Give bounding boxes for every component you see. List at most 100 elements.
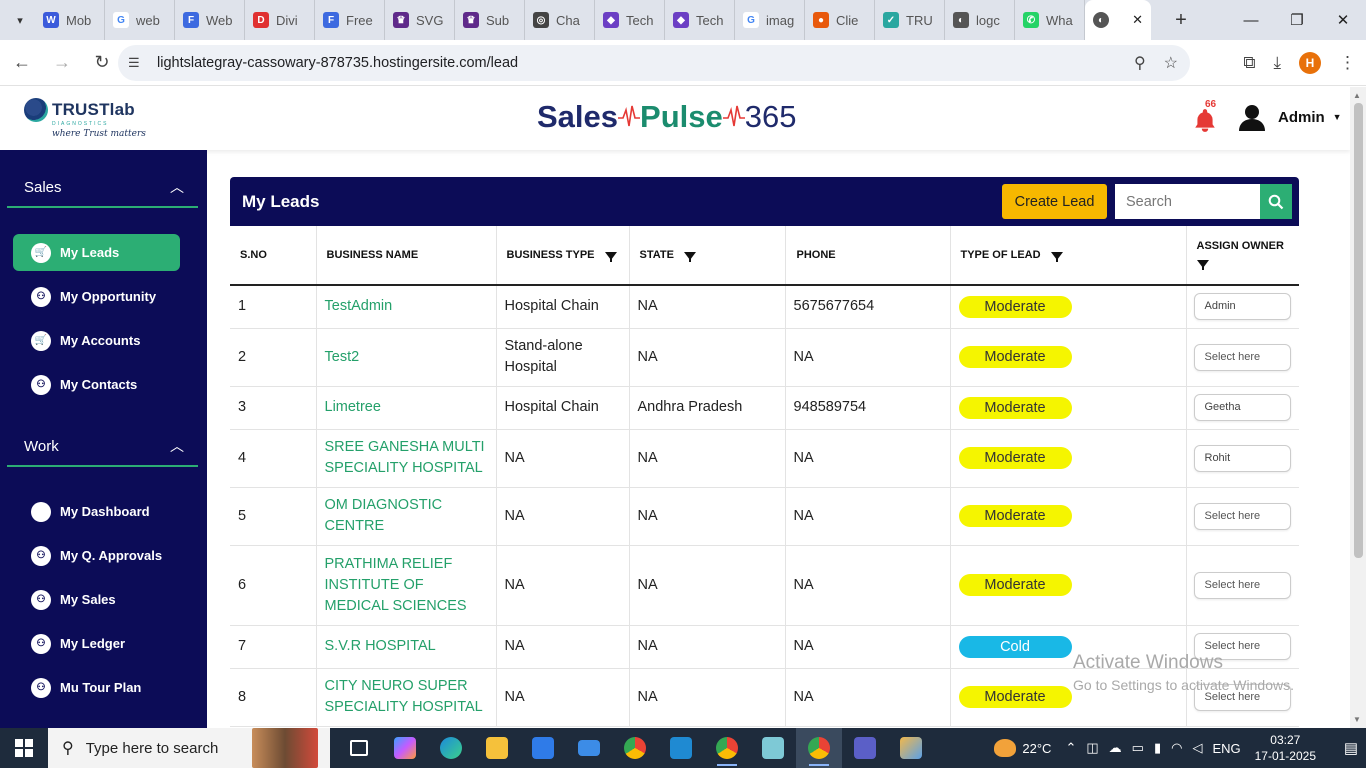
vscode-icon[interactable]	[658, 728, 704, 768]
chevron-up-icon[interactable]: ︿	[170, 436, 184, 456]
trustlab-logo[interactable]: TRUSTlab DIAGNOSTICS where Trust matters	[24, 98, 146, 139]
chevron-up-icon[interactable]: ︿	[170, 177, 184, 197]
assign-owner-select[interactable]: Admin	[1193, 293, 1291, 321]
notepad-icon[interactable]	[750, 728, 796, 768]
sidebar-item-my-contacts[interactable]: ⚇ My Contacts	[13, 366, 180, 403]
minimize-icon[interactable]: —	[1228, 0, 1274, 40]
sidebar-item-my-ledger[interactable]: ⚇ My Ledger	[13, 625, 180, 662]
user-menu[interactable]: Admin ▼	[1238, 103, 1342, 131]
language-indicator[interactable]: ENG	[1212, 741, 1240, 756]
assign-owner-select[interactable]: Select here	[1193, 571, 1291, 599]
browser-tab[interactable]: Gweb	[105, 0, 175, 40]
edge-icon[interactable]	[428, 728, 474, 768]
assign-owner-select[interactable]: Select here	[1193, 502, 1291, 530]
business-name-link[interactable]: SREE GANESHA MULTI SPECIALITY HOSPITAL	[316, 429, 497, 488]
sidebar-section-sales[interactable]: Sales ︿	[7, 168, 198, 208]
business-name-link[interactable]: Test2	[316, 328, 497, 387]
filter-icon[interactable]	[1196, 260, 1209, 270]
mail-icon[interactable]	[566, 728, 612, 768]
browser-tab[interactable]: ✓ TRU	[875, 0, 945, 40]
taskbar-search[interactable]: ⚲ Type here to search	[48, 728, 330, 768]
chrome-profile-icon[interactable]	[704, 728, 750, 768]
battery-icon[interactable]: ▮	[1154, 740, 1161, 756]
zoom-icon[interactable]: ⚲	[1134, 53, 1146, 73]
volume-icon[interactable]: ◁	[1192, 740, 1202, 756]
chrome-icon[interactable]	[612, 728, 658, 768]
sidebar-item-my-accounts[interactable]: 🛒 My Accounts	[13, 322, 180, 359]
business-name-link[interactable]: CITY NEURO SUPER SPECIALITY HOSPITAL	[316, 668, 497, 727]
filter-icon[interactable]	[604, 252, 617, 262]
filter-icon[interactable]	[1050, 252, 1063, 262]
browser-tab[interactable]: F Web	[175, 0, 245, 40]
url-text[interactable]: lightslategray-cassowary-878735.hostinge…	[157, 55, 518, 71]
display-icon[interactable]: ▭	[1132, 740, 1144, 756]
sidebar-item-my-q-approvals[interactable]: ⚇ My Q. Approvals	[13, 537, 180, 574]
browser-tab[interactable]: D Divi	[245, 0, 315, 40]
close-window-icon[interactable]: ✕	[1320, 0, 1366, 40]
camera-icon[interactable]: ◫	[1086, 740, 1098, 756]
clock[interactable]: 03:27 17-01-2025	[1255, 732, 1316, 764]
browser-tab[interactable]: W Mob	[35, 0, 105, 40]
search-input[interactable]	[1115, 184, 1260, 219]
sidebar-item-my-dashboard[interactable]: My Dashboard	[13, 493, 180, 530]
browser-tab[interactable]: ♛ SVG	[385, 0, 455, 40]
sidebar-item-my-leads[interactable]: 🛒 My Leads	[13, 234, 180, 271]
browser-tab[interactable]: ◆ Tech	[665, 0, 735, 40]
wifi-icon[interactable]: ◠	[1171, 740, 1182, 756]
chevron-up-icon[interactable]: ⌃	[1065, 740, 1076, 756]
weather-widget[interactable]: 22°C	[994, 739, 1051, 757]
assign-owner-select[interactable]: Select here	[1193, 343, 1291, 371]
store-icon[interactable]	[520, 728, 566, 768]
business-name-link[interactable]: S.V.R HOSPITAL	[316, 625, 497, 669]
browser-tab[interactable]: ♛ Sub	[455, 0, 525, 40]
reload-icon[interactable]: ↻	[84, 45, 120, 81]
filter-icon[interactable]	[683, 252, 696, 262]
bookmark-star-icon[interactable]: ☆	[1164, 53, 1178, 73]
browser-tab[interactable]: ✆ Wha	[1015, 0, 1085, 40]
browser-tab[interactable]: ◎ Cha	[525, 0, 595, 40]
sidebar-item-tour-plan[interactable]: ⚇ Mu Tour Plan	[13, 669, 180, 706]
teams-icon[interactable]	[842, 728, 888, 768]
copilot-icon[interactable]	[382, 728, 428, 768]
maximize-icon[interactable]: ❐	[1274, 0, 1320, 40]
chrome-active-icon[interactable]	[796, 728, 842, 768]
profile-avatar[interactable]: H	[1299, 52, 1321, 74]
browser-tab-active[interactable]: ◐ ✕	[1085, 0, 1151, 40]
extensions-icon[interactable]: ⧉	[1243, 53, 1255, 73]
browser-tab[interactable]: F Free	[315, 0, 385, 40]
browser-tab[interactable]: ● Clie	[805, 0, 875, 40]
omnibox[interactable]: ☰ lightslategray-cassowary-878735.hostin…	[118, 45, 1190, 81]
sidebar-item-my-sales[interactable]: ⚇ My Sales	[13, 581, 180, 618]
scroll-down-icon[interactable]: ▼	[1353, 715, 1361, 724]
scroll-up-icon[interactable]: ▲	[1353, 91, 1361, 100]
notification-center-icon[interactable]: ▤	[1336, 739, 1366, 757]
windows-start-button[interactable]	[0, 728, 48, 768]
task-view-icon[interactable]	[336, 728, 382, 768]
browser-tab[interactable]: ◆ Tech	[595, 0, 665, 40]
scrollbar-thumb[interactable]	[1354, 103, 1363, 558]
tab-search-dropdown-icon[interactable]: ▾	[5, 5, 35, 35]
notification-bell-icon[interactable]	[1192, 107, 1218, 133]
new-tab-button[interactable]: +	[1165, 4, 1197, 36]
browser-menu-icon[interactable]: ⋮	[1339, 53, 1356, 73]
file-explorer-icon[interactable]	[474, 728, 520, 768]
forward-icon[interactable]: →	[44, 45, 80, 81]
site-info-icon[interactable]: ☰	[128, 55, 148, 71]
assign-owner-select[interactable]: Geetha	[1193, 394, 1291, 421]
sidebar-section-work[interactable]: Work ︿	[7, 427, 198, 467]
business-name-link[interactable]: PRATHIMA RELIEF INSTITUTE OF MEDICAL SCI…	[316, 545, 497, 626]
cloud-icon[interactable]: ☁	[1109, 740, 1122, 756]
assign-owner-select[interactable]: Rohit	[1193, 444, 1291, 472]
create-lead-button[interactable]: Create Lead	[1002, 184, 1107, 219]
paint-icon[interactable]	[888, 728, 934, 768]
sidebar-item-my-opportunity[interactable]: ⚇ My Opportunity	[13, 278, 180, 315]
close-tab-icon[interactable]: ✕	[1132, 12, 1143, 28]
business-name-link[interactable]: Limetree	[316, 386, 497, 430]
business-name-link[interactable]: OM DIAGNOSTIC CENTRE	[316, 487, 497, 546]
back-icon[interactable]: ←	[4, 45, 40, 81]
page-scrollbar[interactable]: ▲ ▼	[1350, 87, 1366, 728]
search-button[interactable]	[1260, 184, 1292, 219]
business-name-link[interactable]: TestAdmin	[316, 285, 497, 329]
browser-tab[interactable]: ◐ logc	[945, 0, 1015, 40]
browser-tab[interactable]: Gimag	[735, 0, 805, 40]
